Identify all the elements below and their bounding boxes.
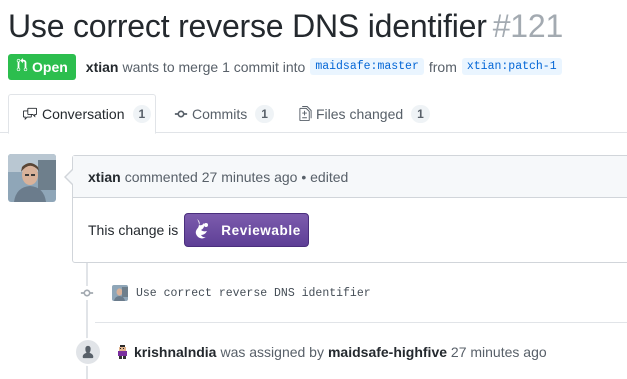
- pr-title: Use correct reverse DNS identifier #121: [8, 4, 563, 48]
- comment-discussion-icon: [22, 107, 38, 121]
- assignee-link[interactable]: krishnalndia: [134, 344, 216, 360]
- reviewable-badge[interactable]: Reviewable: [184, 213, 310, 247]
- diff-icon: [299, 106, 312, 121]
- comment-body: This change is Reviewable: [88, 213, 310, 247]
- event-timestamp[interactable]: 27 minutes ago: [451, 344, 547, 360]
- tab-files-changed[interactable]: Files changed 1: [299, 94, 430, 133]
- comment-action: commented: [124, 168, 198, 185]
- pr-state-badge: Open: [8, 53, 76, 80]
- comment-author-avatar[interactable]: [8, 154, 56, 202]
- comment-body-text: This change is: [88, 222, 179, 238]
- assignment-text: was assigned by: [220, 344, 324, 360]
- tab-commits[interactable]: Commits 1: [174, 94, 274, 133]
- base-branch-ref[interactable]: maidsafe:master: [310, 58, 424, 75]
- tab-commits-label: Commits: [192, 105, 248, 122]
- comment-header: xtian commented 27 minutes ago • edited: [73, 156, 627, 198]
- commit-item: Use correct reverse DNS identifier: [78, 282, 371, 304]
- comment-timestamp[interactable]: 27 minutes ago: [202, 169, 298, 185]
- tab-files-changed-label: Files changed: [316, 105, 404, 122]
- pr-author-link[interactable]: xtian: [86, 59, 119, 75]
- head-branch-ref[interactable]: xtian:patch-1: [461, 58, 562, 75]
- timeline-divider: [95, 322, 627, 323]
- comment-author-link[interactable]: xtian: [88, 169, 121, 185]
- pr-tabs: Conversation 1 Commits 1 Files changed 1: [0, 94, 627, 134]
- pr-summary-text: wants to merge 1 commit into: [122, 58, 306, 75]
- tab-conversation-label: Conversation: [42, 106, 125, 122]
- commit-author-avatar[interactable]: [112, 285, 128, 301]
- git-commit-icon: [78, 286, 96, 300]
- comment-box: xtian commented 27 minutes ago • edited …: [64, 155, 627, 263]
- reviewable-label: Reviewable: [221, 222, 301, 238]
- from-text: from: [428, 58, 457, 75]
- base-repo: maidsafe: [315, 60, 371, 73]
- tab-conversation[interactable]: Conversation 1: [8, 94, 156, 134]
- assignee-avatar[interactable]: [114, 344, 130, 360]
- comment-arrow-fill: [66, 169, 74, 185]
- person-icon: [74, 338, 102, 366]
- comment-edited-marker[interactable]: • edited: [301, 169, 348, 185]
- tab-conversation-count: 1: [132, 105, 152, 123]
- git-pull-request-icon: [16, 58, 32, 75]
- pr-title-text: Use correct reverse DNS identifier: [8, 8, 487, 44]
- pr-state-label: Open: [32, 58, 68, 75]
- head-branch: patch-1: [508, 60, 557, 73]
- base-branch: master: [377, 60, 419, 73]
- head-repo: xtian: [466, 60, 502, 73]
- assignment-event: krishnalndia was assigned by maidsafe-hi…: [74, 338, 547, 366]
- tab-files-changed-count: 1: [411, 104, 430, 123]
- reviewable-logo-icon: [191, 217, 213, 244]
- tab-commits-count: 1: [255, 104, 274, 123]
- commit-message-link[interactable]: Use correct reverse DNS identifier: [136, 287, 371, 300]
- pr-number: #121: [492, 8, 564, 44]
- pr-meta: Open xtian wants to merge 1 commit into …: [8, 53, 567, 80]
- assigner-link[interactable]: maidsafe-highfive: [328, 344, 447, 360]
- git-commit-icon: [174, 107, 188, 121]
